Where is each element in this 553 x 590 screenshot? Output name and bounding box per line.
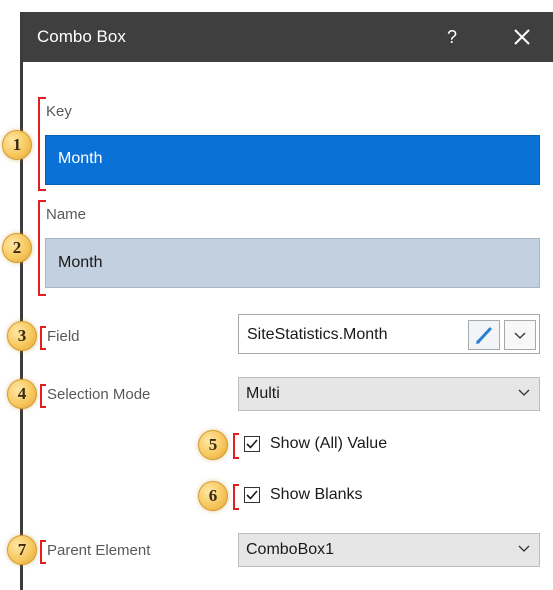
name-input[interactable]: Month xyxy=(45,238,540,288)
callout-badge-4: 4 xyxy=(7,379,37,409)
window-left-edge xyxy=(20,12,23,590)
field-label: Field xyxy=(47,328,80,345)
selection-mode-dropdown[interactable]: Multi xyxy=(238,377,540,411)
field-selector[interactable]: SiteStatistics.Month xyxy=(238,314,540,354)
top-strip xyxy=(0,0,553,12)
show-all-value-label: Show (All) Value xyxy=(270,435,388,452)
checkbox-box[interactable] xyxy=(244,436,260,452)
show-all-value-checkbox[interactable]: Show (All) Value xyxy=(244,435,414,454)
callout-badge-2: 2 xyxy=(2,233,32,263)
checkbox-box[interactable] xyxy=(244,487,260,503)
parent-element-value: ComboBox1 xyxy=(246,541,335,558)
annotation-bracket-show-blanks xyxy=(233,484,239,510)
chevron-down-icon xyxy=(514,332,526,339)
chevron-down-icon xyxy=(518,545,530,552)
parent-element-label: Parent Element xyxy=(47,542,151,559)
pencil-icon xyxy=(476,327,492,344)
name-value: Month xyxy=(58,254,103,271)
title-bar: Combo Box ? xyxy=(23,12,553,62)
callout-badge-1: 1 xyxy=(2,130,32,160)
annotation-bracket-show-all xyxy=(233,433,239,459)
annotation-bracket-selection-mode xyxy=(40,384,46,408)
callout-badge-6: 6 xyxy=(198,481,228,511)
annotation-bracket-field xyxy=(40,326,46,350)
help-button[interactable]: ? xyxy=(441,24,463,50)
callout-badge-7: 7 xyxy=(7,535,37,565)
selection-mode-value: Multi xyxy=(246,385,280,402)
field-value: SiteStatistics.Month xyxy=(247,326,388,343)
dialog-title: Combo Box xyxy=(37,27,126,46)
name-label: Name xyxy=(46,206,87,223)
checkmark-icon xyxy=(246,490,258,500)
field-dropdown-button[interactable] xyxy=(504,320,536,350)
key-value: Month xyxy=(58,150,103,167)
parent-element-dropdown[interactable]: ComboBox1 xyxy=(238,533,540,567)
question-icon: ? xyxy=(446,27,457,47)
close-icon xyxy=(514,29,530,45)
chevron-down-icon xyxy=(518,389,530,396)
callout-badge-3: 3 xyxy=(7,321,37,351)
key-label: Key xyxy=(46,103,72,120)
close-button[interactable] xyxy=(507,22,537,52)
annotation-bracket-parent-element xyxy=(40,540,46,564)
checkmark-icon xyxy=(246,439,258,449)
callout-badge-5: 5 xyxy=(198,430,228,460)
selection-mode-label: Selection Mode xyxy=(47,386,151,403)
key-input[interactable]: Month xyxy=(45,135,540,185)
show-blanks-label: Show Blanks xyxy=(270,486,363,503)
show-blanks-checkbox[interactable]: Show Blanks xyxy=(244,486,384,505)
edit-field-button[interactable] xyxy=(468,320,500,350)
